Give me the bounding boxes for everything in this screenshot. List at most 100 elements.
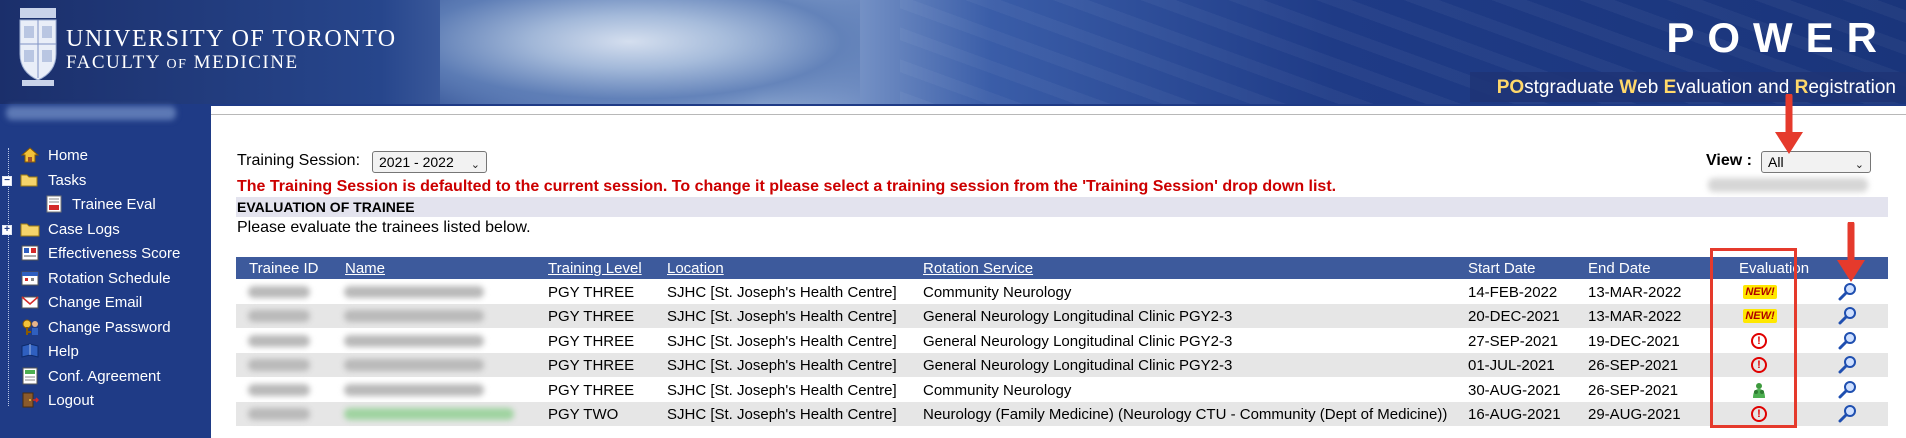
evaluation-form-icon <box>44 195 64 213</box>
start-date-cell: 16-AUG-2021 <box>1468 406 1561 423</box>
trainee-name-redacted[interactable] <box>344 408 514 420</box>
view-details-magnifier-icon[interactable] <box>1838 331 1858 351</box>
section-title: EVALUATION OF TRAINEE <box>237 199 415 215</box>
sidebar-item-case-logs[interactable]: Case Logs <box>20 219 120 239</box>
sidebar-item-conf-agreement[interactable]: Conf. Agreement <box>20 366 161 386</box>
trainee-id-redacted <box>248 286 310 298</box>
trainee-id-redacted <box>248 384 310 396</box>
session-warning: The Training Session is defaulted to the… <box>237 178 1337 195</box>
section-header-bar <box>236 197 1888 217</box>
app-subtitle-part: W <box>1619 77 1638 98</box>
trainee-name-redacted[interactable] <box>344 310 484 322</box>
arrow-down-icon <box>1837 222 1865 282</box>
rotation-service-cell: General Neurology Longitudinal Clinic PG… <box>923 357 1233 374</box>
location-cell: SJHC [St. Joseph's Health Centre] <box>667 382 897 399</box>
book-icon <box>20 342 40 360</box>
sidebar-item-label: Change Email <box>48 293 143 311</box>
column-header-training-level[interactable]: Training Level <box>548 260 642 277</box>
trainee-name-redacted[interactable] <box>344 384 484 396</box>
rotation-service-cell: Community Neurology <box>923 382 1072 399</box>
training-level-cell: PGY THREE <box>548 333 635 350</box>
view-details-magnifier-icon[interactable] <box>1838 282 1858 302</box>
column-header-trainee-id: Trainee ID <box>249 260 319 277</box>
document-icon <box>20 367 40 385</box>
rotation-service-cell: General Neurology Longitudinal Clinic PG… <box>923 333 1233 350</box>
sidebar-item-label: Effectiveness Score <box>48 244 181 262</box>
training-level-cell: PGY THREE <box>548 284 635 301</box>
tree-guide-line <box>8 148 9 406</box>
rotation-service-cell: Neurology (Family Medicine) (Neurology C… <box>923 406 1448 423</box>
sidebar-item-change-email[interactable]: Change Email <box>20 292 142 312</box>
training-session-label: Training Session: <box>237 152 361 169</box>
view-value: All <box>1768 154 1784 170</box>
house-icon <box>20 146 40 164</box>
sidebar-item-label: Help <box>48 342 79 360</box>
university-crest-icon <box>19 8 57 86</box>
start-date-cell: 01-JUL-2021 <box>1468 357 1555 374</box>
training-level-cell: PGY THREE <box>548 357 635 374</box>
user-name-blurred <box>1708 178 1868 192</box>
sidebar-item-help[interactable]: Help <box>20 341 79 361</box>
location-cell: SJHC [St. Joseph's Health Centre] <box>667 284 897 301</box>
end-date-cell: 26-SEP-2021 <box>1588 357 1679 374</box>
collapse-tasks-toggle[interactable]: − <box>2 176 12 186</box>
app-subtitle-part: eb <box>1637 77 1664 98</box>
sidebar-item-home[interactable]: Home <box>20 145 88 165</box>
logged-in-user-name <box>6 106 176 120</box>
end-date-cell: 26-SEP-2021 <box>1588 382 1679 399</box>
trainee-id-redacted <box>248 310 310 322</box>
sidebar-item-label: Trainee Eval <box>72 195 156 213</box>
column-header-name[interactable]: Name <box>345 260 385 277</box>
sidebar-item-label: Case Logs <box>48 220 120 238</box>
trainee-id-redacted <box>248 359 310 371</box>
sidebar-item-tasks[interactable]: Tasks <box>20 170 86 190</box>
sidebar-item-label: Conf. Agreement <box>48 367 161 385</box>
start-date-cell: 27-SEP-2021 <box>1468 333 1559 350</box>
column-header-location[interactable]: Location <box>667 260 724 277</box>
view-label: View : <box>1706 152 1752 169</box>
view-details-magnifier-icon[interactable] <box>1838 380 1858 400</box>
sidebar-item-label: Change Password <box>48 318 171 336</box>
sidebar-item-label: Tasks <box>48 171 87 189</box>
sidebar-item-rotation-schedule[interactable]: Rotation Schedule <box>20 268 171 288</box>
app-subtitle-part: stgraduate <box>1524 77 1620 98</box>
expand-case-logs-toggle[interactable]: + <box>2 225 12 235</box>
view-details-magnifier-icon[interactable] <box>1838 306 1858 326</box>
start-date-cell: 20-DEC-2021 <box>1468 308 1560 325</box>
sidebar-item-effectiveness-score[interactable]: Effectiveness Score <box>20 243 180 263</box>
trainee-name-redacted[interactable] <box>344 335 484 347</box>
training-session-select[interactable]: 2021 - 2022 ⌄ <box>372 151 487 173</box>
section-description: Please evaluate the trainees listed belo… <box>237 219 531 236</box>
end-date-cell: 13-MAR-2022 <box>1588 284 1682 301</box>
trainee-name-redacted[interactable] <box>344 286 484 298</box>
location-cell: SJHC [St. Joseph's Health Centre] <box>667 308 897 325</box>
chevron-down-icon: ⌄ <box>470 159 480 171</box>
banner-photo <box>440 0 860 104</box>
arrow-down-icon <box>1775 94 1803 154</box>
training-level-cell: PGY THREE <box>548 308 635 325</box>
column-header-start-date: Start Date <box>1468 260 1536 277</box>
column-header-rotation-service[interactable]: Rotation Service <box>923 260 1033 277</box>
training-level-cell: PGY THREE <box>548 382 635 399</box>
rotation-service-cell: Community Neurology <box>923 284 1072 301</box>
university-name: UNIVERSITY OF TORONTO <box>66 26 397 52</box>
sidebar-item-label: Logout <box>48 391 94 409</box>
evaluation-highlight-box <box>1710 248 1797 428</box>
sidebar-item-change-password[interactable]: Change Password <box>20 317 171 337</box>
sidebar-item-logout[interactable]: Logout <box>20 390 94 410</box>
view-details-magnifier-icon[interactable] <box>1838 404 1858 424</box>
trainee-id-redacted <box>248 408 310 420</box>
start-date-cell: 14-FEB-2022 <box>1468 284 1558 301</box>
end-date-cell: 13-MAR-2022 <box>1588 308 1682 325</box>
app-subtitle-part: egistration <box>1808 77 1896 98</box>
sidebar-item-trainee-eval[interactable]: Trainee Eval <box>44 194 156 214</box>
app-name: POWER <box>1666 14 1890 61</box>
chevron-down-icon: ⌄ <box>1854 159 1864 171</box>
frame-divider <box>211 114 1906 115</box>
trainee-name-redacted[interactable] <box>344 359 484 371</box>
app-subtitle: POstgraduate Web Evaluation and Registra… <box>1497 77 1896 99</box>
location-cell: SJHC [St. Joseph's Health Centre] <box>667 406 897 423</box>
view-details-magnifier-icon[interactable] <box>1838 355 1858 375</box>
schedule-icon <box>20 269 40 287</box>
sidebar-item-label: Rotation Schedule <box>48 269 171 287</box>
